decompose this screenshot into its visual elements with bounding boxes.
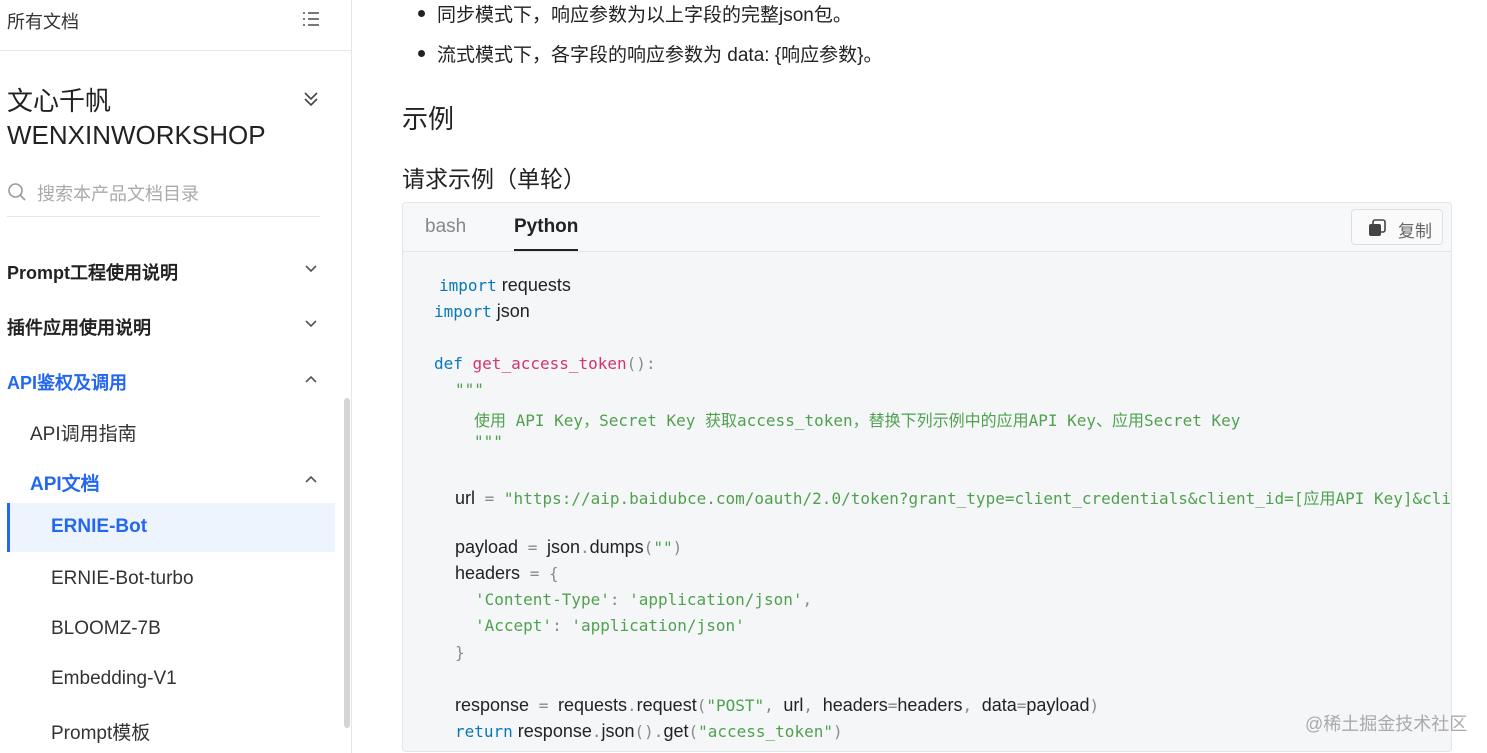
copy-button[interactable]: 复制	[1351, 209, 1443, 245]
list-item: 流式模式下，各字段的响应参数为 data: {响应参数}。	[418, 40, 883, 67]
tab-bash[interactable]: bash	[425, 216, 466, 238]
code-line: 使用 API Key，Secret Key 获取access_token，替换下…	[474, 411, 1241, 430]
code-line: payload = json.dumps("")	[455, 537, 683, 557]
watermark: @稀土掘金技术社区	[1305, 714, 1468, 734]
code-tabs: bash Python 复制	[403, 203, 1451, 252]
nav-section-plugin[interactable]: 插件应用使用说明	[7, 314, 151, 340]
list-item: 同步模式下，响应参数为以上字段的完整json包。	[418, 0, 852, 27]
heading-request-example: 请求示例（单轮）	[402, 166, 586, 192]
tab-python[interactable]: Python	[514, 216, 578, 238]
nav-item-api-guide[interactable]: API调用指南	[30, 419, 137, 446]
code-line: }	[455, 643, 465, 662]
code-block: bash Python 复制 import requests import js…	[402, 202, 1452, 752]
chevron-down-icon[interactable]	[303, 316, 319, 332]
code-line: """	[474, 432, 503, 451]
code-line: url = "https://aip.baidubce.com/oauth/2.…	[455, 488, 1452, 508]
code-line: import requests	[439, 275, 571, 295]
chevron-up-icon[interactable]	[303, 371, 319, 387]
search-icon	[8, 183, 26, 201]
search-input[interactable]: 搜索本产品文档目录	[37, 180, 199, 206]
all-docs-link[interactable]: 所有文档	[7, 8, 79, 34]
sidebar-search[interactable]: 搜索本产品文档目录	[7, 178, 320, 217]
code-line: return response.json().get("access_token…	[455, 721, 843, 741]
nav-item-api-docs[interactable]: API文档	[30, 469, 100, 496]
code-line: """	[455, 380, 484, 399]
nav-item-prompt-template[interactable]: Prompt模板	[51, 718, 150, 745]
list-menu-icon[interactable]	[302, 10, 320, 28]
code-line: def get_access_token():	[434, 354, 656, 373]
heading-example: 示例	[402, 104, 455, 134]
product-title: 文心千帆 WENXINWORKSHOP	[7, 86, 266, 150]
nav-item-bloomz-7b[interactable]: BLOOMZ-7B	[51, 618, 161, 640]
nav-item-embedding-v1[interactable]: Embedding-V1	[51, 668, 177, 690]
code-line: response = requests.request("POST", url,…	[455, 695, 1100, 715]
sidebar-scrollbar[interactable]	[344, 398, 350, 728]
nav-section-api-auth[interactable]: API鉴权及调用	[7, 369, 127, 395]
nav-section-prompt[interactable]: Prompt工程使用说明	[7, 259, 178, 285]
active-tab-indicator	[514, 249, 578, 251]
chevron-down-icon[interactable]	[303, 261, 319, 277]
copy-label: 复制	[1398, 222, 1432, 241]
copy-icon	[1369, 219, 1386, 236]
code-line: 'Accept': 'application/json'	[475, 616, 745, 635]
code-line: headers = {	[455, 563, 559, 583]
sidebar-divider	[0, 50, 351, 51]
double-chevron-down-icon[interactable]	[302, 90, 320, 108]
sidebar: 所有文档 文心千帆 WENXINWORKSHOP 搜索本产品文档目录 Promp…	[0, 0, 352, 753]
chevron-up-icon[interactable]	[303, 471, 319, 487]
code-line: 'Content-Type': 'application/json',	[475, 590, 813, 609]
code-line: import json	[434, 301, 530, 321]
nav-item-ernie-bot[interactable]: ERNIE-Bot	[51, 516, 147, 538]
nav-item-ernie-bot-turbo[interactable]: ERNIE-Bot-turbo	[51, 568, 194, 590]
